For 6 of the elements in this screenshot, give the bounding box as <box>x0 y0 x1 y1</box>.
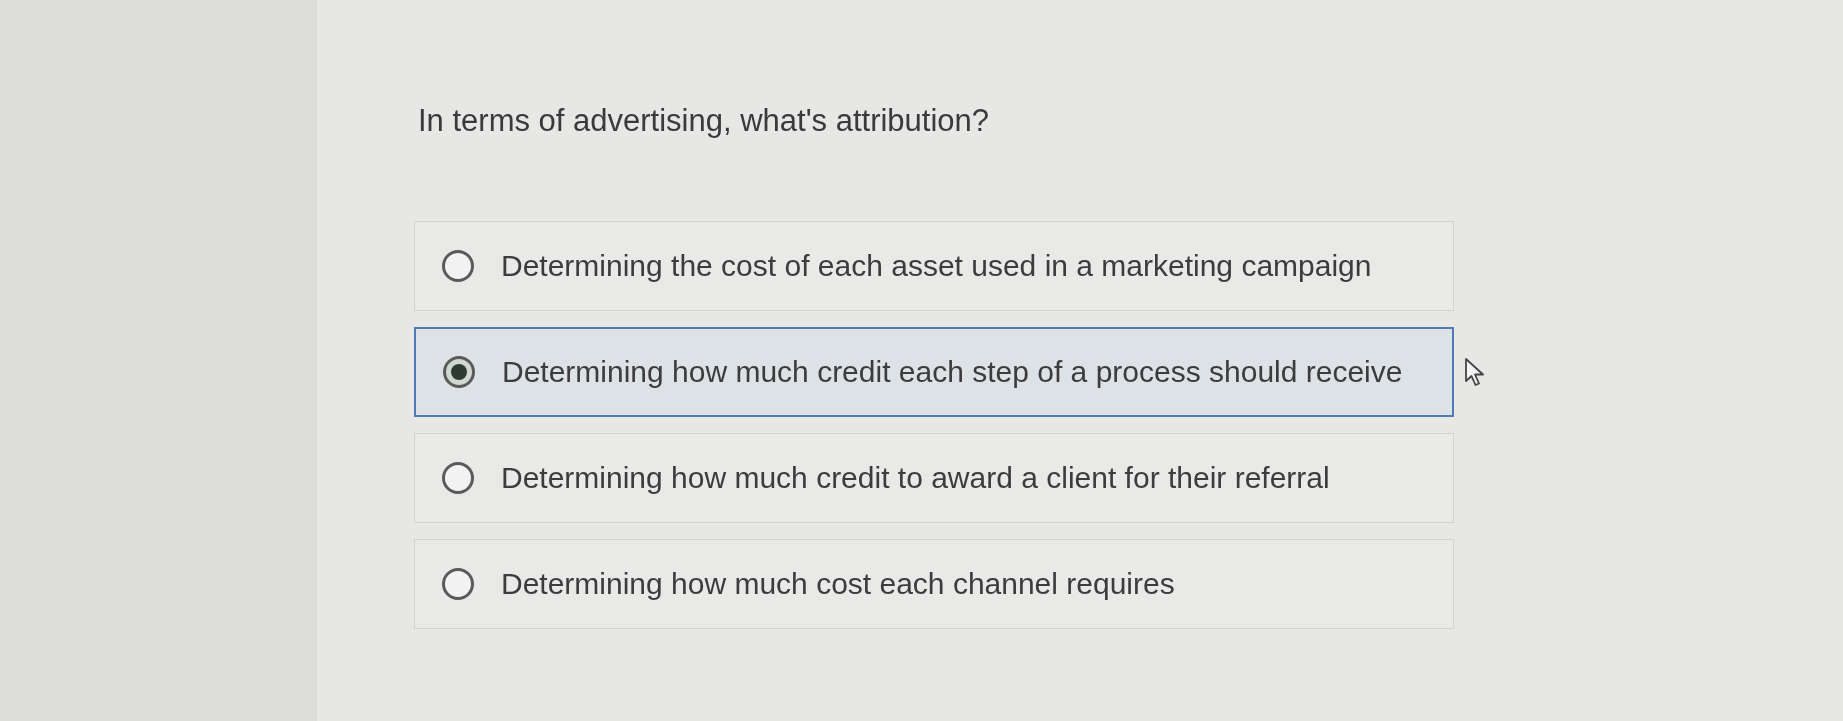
answer-option[interactable]: Determining how much cost each channel requires <box>414 538 1454 629</box>
mouse-pointer-icon <box>1464 356 1486 387</box>
answer-option[interactable]: Determining how much credit to award a client for their referral <box>414 432 1454 523</box>
question-text: In terms of advertising, what's attribution? <box>418 102 990 140</box>
answer-option[interactable]: Determining the cost of each asset used in a marketing campaign <box>414 220 1454 311</box>
answer-option[interactable]: Determining how much credit each step of a process should receive <box>414 326 1454 417</box>
